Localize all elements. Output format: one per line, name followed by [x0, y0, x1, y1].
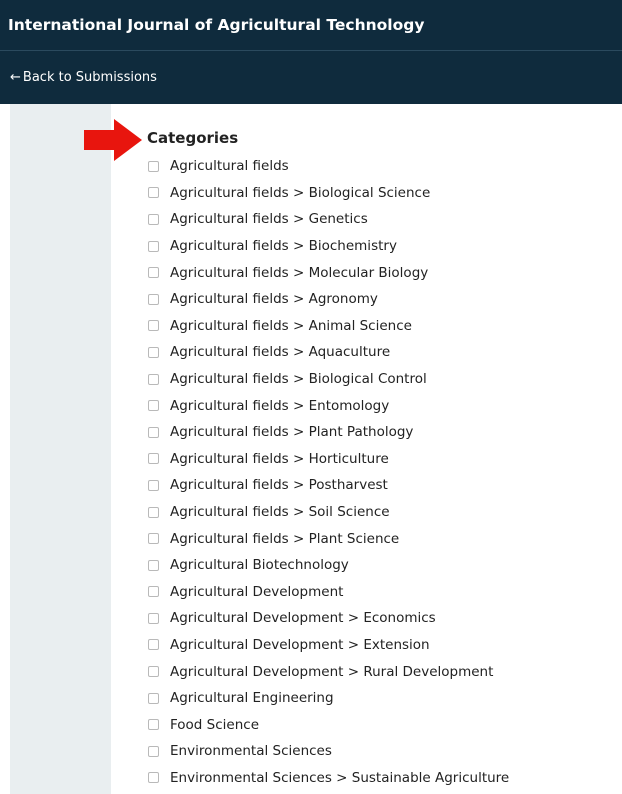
category-label[interactable]: Agricultural Development > Rural Develop…: [170, 664, 493, 680]
category-item[interactable]: Environmental Sciences > Sustainable Agr…: [148, 765, 509, 792]
category-label[interactable]: Agricultural fields > Plant Pathology: [170, 424, 413, 440]
category-item[interactable]: Agricultural fields > Plant Pathology: [148, 419, 509, 446]
category-checkbox[interactable]: [148, 479, 159, 491]
category-item[interactable]: Agricultural fields > Entomology: [148, 392, 509, 419]
category-item[interactable]: Agricultural fields > Agronomy: [148, 286, 509, 313]
categories-heading: Categories: [147, 129, 239, 147]
category-item[interactable]: Agricultural fields > Genetics: [148, 206, 509, 233]
category-checkbox[interactable]: [148, 692, 159, 704]
category-label[interactable]: Agricultural fields: [170, 158, 289, 174]
category-checkbox[interactable]: [148, 187, 159, 199]
header-divider: [0, 50, 622, 51]
category-label[interactable]: Agricultural Development > Economics: [170, 610, 436, 626]
category-item[interactable]: Agricultural Development: [148, 579, 509, 606]
category-checkbox[interactable]: [148, 719, 159, 731]
back-to-submissions-link[interactable]: ← Back to Submissions: [10, 70, 157, 85]
category-checkbox[interactable]: [148, 612, 159, 624]
category-label[interactable]: Agricultural Development: [170, 584, 343, 600]
category-item[interactable]: Agricultural fields > Biological Science: [148, 180, 509, 207]
category-checkbox[interactable]: [148, 213, 159, 225]
category-label[interactable]: Agricultural Engineering: [170, 690, 334, 706]
category-checkbox[interactable]: [148, 559, 159, 571]
category-item[interactable]: Agricultural fields > Animal Science: [148, 313, 509, 340]
category-checkbox[interactable]: [148, 772, 159, 784]
category-checkbox[interactable]: [148, 240, 159, 252]
category-label[interactable]: Agricultural fields > Biological Science: [170, 185, 430, 201]
categories-list: Agricultural fields Agricultural fields >…: [148, 153, 509, 791]
category-checkbox[interactable]: [148, 267, 159, 279]
category-item[interactable]: Agricultural fields: [148, 153, 509, 180]
category-item[interactable]: Agricultural Development > Economics: [148, 605, 509, 632]
category-item[interactable]: Agricultural Development > Extension: [148, 632, 509, 659]
category-label[interactable]: Agricultural Biotechnology: [170, 557, 349, 573]
category-checkbox[interactable]: [148, 453, 159, 465]
red-arrow-icon: [84, 119, 142, 161]
category-label[interactable]: Agricultural fields > Horticulture: [170, 451, 389, 467]
category-label[interactable]: Agricultural fields > Soil Science: [170, 504, 390, 520]
category-item[interactable]: Agricultural fields > Postharvest: [148, 472, 509, 499]
category-checkbox[interactable]: [148, 400, 159, 412]
category-label[interactable]: Environmental Sciences: [170, 743, 332, 759]
category-label[interactable]: Agricultural fields > Postharvest: [170, 477, 388, 493]
category-checkbox[interactable]: [148, 320, 159, 332]
category-item[interactable]: Agricultural fields > Molecular Biology: [148, 259, 509, 286]
category-label[interactable]: Agricultural fields > Biological Control: [170, 371, 427, 387]
category-checkbox[interactable]: [148, 373, 159, 385]
category-checkbox[interactable]: [148, 293, 159, 305]
category-item[interactable]: Agricultural fields > Biochemistry: [148, 233, 509, 260]
category-label[interactable]: Agricultural fields > Animal Science: [170, 318, 412, 334]
category-item[interactable]: Agricultural Engineering: [148, 685, 509, 712]
category-item[interactable]: Agricultural Biotechnology: [148, 552, 509, 579]
category-checkbox[interactable]: [148, 666, 159, 678]
category-item[interactable]: Agricultural fields > Plant Science: [148, 525, 509, 552]
category-label[interactable]: Agricultural fields > Agronomy: [170, 291, 378, 307]
red-arrow-shape: [84, 119, 142, 161]
category-label[interactable]: Agricultural fields > Biochemistry: [170, 238, 397, 254]
left-arrow-icon: ←: [10, 70, 21, 85]
category-label[interactable]: Agricultural fields > Aquaculture: [170, 344, 390, 360]
category-item[interactable]: Agricultural fields > Aquaculture: [148, 339, 509, 366]
category-label[interactable]: Agricultural fields > Molecular Biology: [170, 265, 428, 281]
category-item[interactable]: Agricultural fields > Horticulture: [148, 446, 509, 473]
category-checkbox[interactable]: [148, 160, 159, 172]
category-item[interactable]: Agricultural fields > Biological Control: [148, 366, 509, 393]
category-item[interactable]: Agricultural Development > Rural Develop…: [148, 658, 509, 685]
category-checkbox[interactable]: [148, 533, 159, 545]
category-label[interactable]: Agricultural Development > Extension: [170, 637, 430, 653]
category-checkbox[interactable]: [148, 426, 159, 438]
category-label[interactable]: Agricultural fields > Plant Science: [170, 531, 399, 547]
journal-title[interactable]: International Journal of Agricultural Te…: [8, 16, 424, 34]
category-checkbox[interactable]: [148, 506, 159, 518]
back-to-submissions-label: Back to Submissions: [22, 70, 157, 85]
category-item[interactable]: Environmental Sciences: [148, 738, 509, 765]
top-header: International Journal of Agricultural Te…: [0, 0, 622, 104]
category-item[interactable]: Food Science: [148, 711, 509, 738]
category-checkbox[interactable]: [148, 639, 159, 651]
category-checkbox[interactable]: [148, 745, 159, 757]
category-label[interactable]: Agricultural fields > Entomology: [170, 398, 389, 414]
category-label[interactable]: Food Science: [170, 717, 259, 733]
side-panel: [10, 104, 111, 794]
category-checkbox[interactable]: [148, 346, 159, 358]
category-checkbox[interactable]: [148, 586, 159, 598]
category-item[interactable]: Agricultural fields > Soil Science: [148, 499, 509, 526]
category-label[interactable]: Environmental Sciences > Sustainable Agr…: [170, 770, 509, 786]
category-label[interactable]: Agricultural fields > Genetics: [170, 211, 368, 227]
